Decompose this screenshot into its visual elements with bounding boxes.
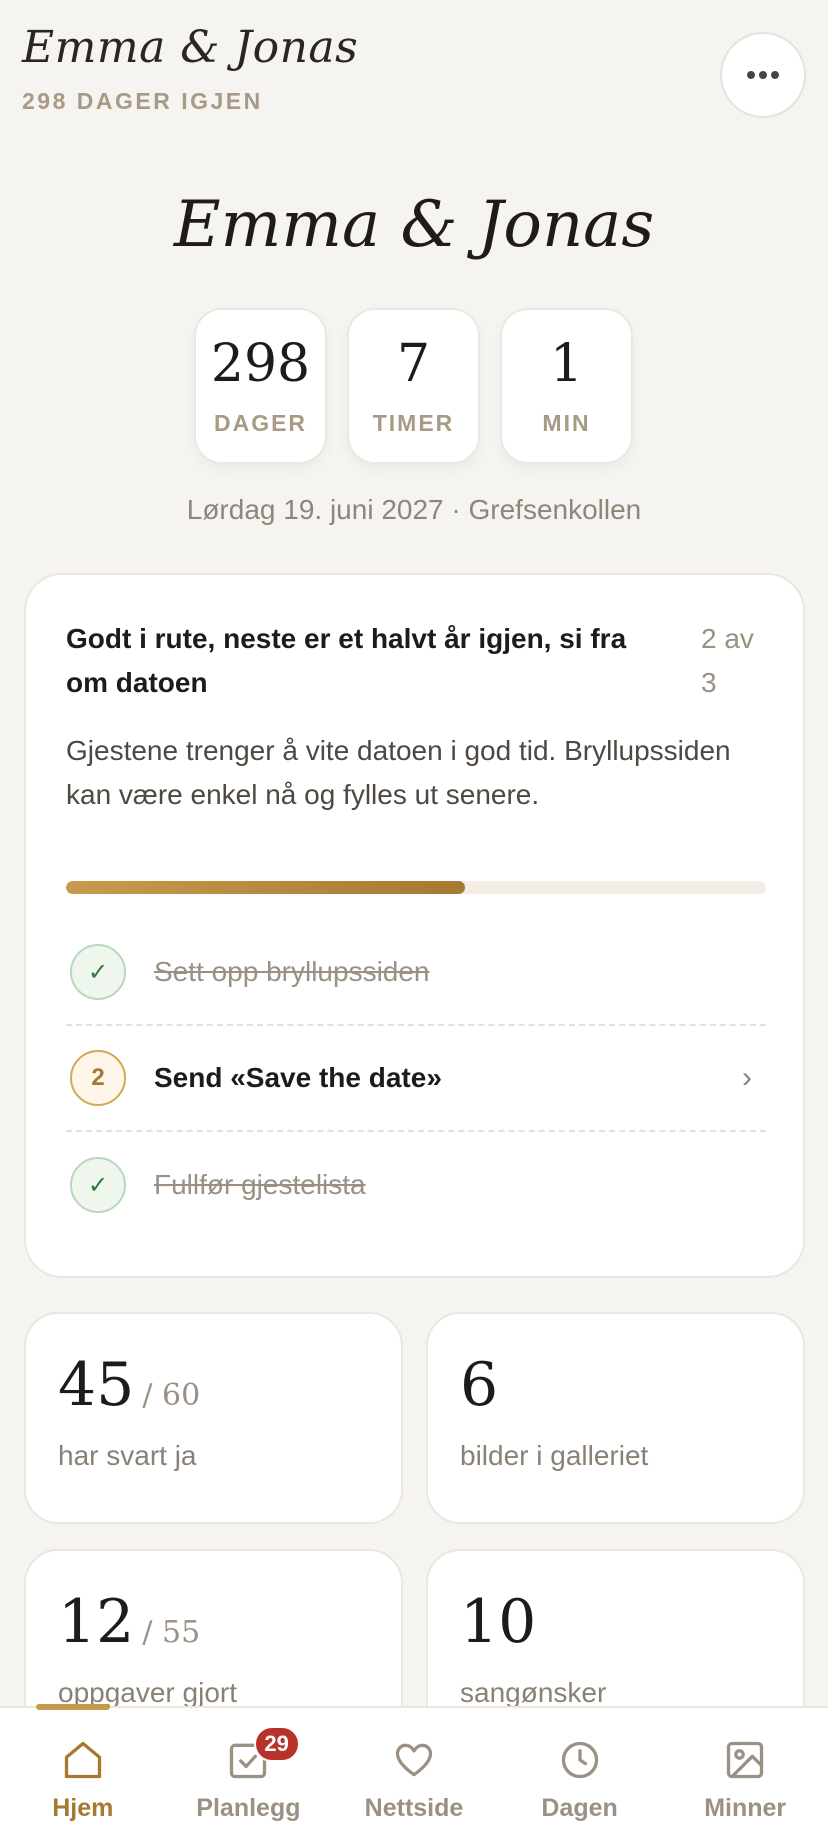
countdown-value: 1 bbox=[549, 334, 584, 394]
countdown-value: 298 bbox=[210, 334, 311, 394]
stat-total: / 60 bbox=[142, 1378, 201, 1413]
stat-value: 10 bbox=[460, 1587, 537, 1657]
stat-label: sangønsker bbox=[460, 1677, 607, 1708]
stat-value-line: 6 bbox=[460, 1350, 506, 1420]
task-label: Send «Save the date» bbox=[154, 1062, 442, 1093]
home-icon bbox=[64, 1741, 101, 1779]
nav-label: Nettside bbox=[364, 1794, 464, 1822]
nav-item-day[interactable]: Dagen bbox=[497, 1708, 663, 1848]
more-dot-icon bbox=[771, 71, 779, 79]
progress-heading: Godt i rute, neste er et halvt år igjen,… bbox=[66, 623, 627, 698]
stat-card-gallery[interactable]: 6 bilder i galleriet bbox=[426, 1312, 805, 1524]
bottom-nav: Hjem 29 Planlegg Nettside Dagen Minner bbox=[0, 1704, 828, 1848]
task-label: Sett opp bryllupssiden bbox=[154, 956, 430, 987]
countdown-hours: 7 TIMER bbox=[347, 308, 480, 464]
stat-label: bilder i galleriet bbox=[460, 1440, 649, 1471]
days-left-label: 298 DAGER IGJEN bbox=[22, 88, 263, 114]
progress-bar bbox=[66, 881, 766, 894]
step-number-icon: 2 bbox=[70, 1050, 126, 1106]
task-label: Fullfør gjestelista bbox=[154, 1169, 366, 1200]
task-item[interactable]: 2 Send «Save the date» › bbox=[66, 1026, 766, 1132]
task-item[interactable]: ✓ Sett opp bryllupssiden bbox=[66, 920, 766, 1026]
countdown-days: 298 DAGER bbox=[194, 308, 327, 464]
countdown-label: DAGER bbox=[213, 410, 308, 436]
stat-value-line: 12/ 55 bbox=[58, 1587, 200, 1657]
stat-label: har svart ja bbox=[58, 1440, 197, 1471]
nav-item-memories[interactable]: Minner bbox=[662, 1708, 828, 1848]
more-dot-icon bbox=[747, 71, 755, 79]
countdown-label: MIN bbox=[542, 410, 591, 436]
stat-value-line: 10 bbox=[460, 1587, 544, 1657]
stat-value: 45 bbox=[58, 1350, 135, 1420]
nav-label: Planlegg bbox=[196, 1794, 301, 1822]
stat-value: 12 bbox=[58, 1587, 135, 1657]
nav-label: Dagen bbox=[541, 1794, 618, 1822]
stat-total: / 55 bbox=[142, 1615, 201, 1650]
countdown: 298 DAGER 7 TIMER 1 MIN bbox=[194, 308, 634, 464]
stat-value: 6 bbox=[460, 1350, 499, 1420]
checkmark-icon: ✓ bbox=[70, 1157, 126, 1213]
stat-value-line: 45/ 60 bbox=[58, 1350, 200, 1420]
checkmark-icon: ✓ bbox=[70, 944, 126, 1000]
nav-label: Minner bbox=[704, 1794, 787, 1822]
nav-label: Hjem bbox=[52, 1794, 114, 1822]
header-title: Emma & Jonas bbox=[22, 22, 359, 73]
nav-item-plan[interactable]: 29 Planlegg bbox=[166, 1708, 332, 1848]
heart-icon bbox=[395, 1743, 433, 1777]
nav-item-home[interactable]: Hjem bbox=[0, 1708, 166, 1848]
top-header: Emma & Jonas 298 DAGER IGJEN bbox=[0, 0, 828, 140]
task-item[interactable]: ✓ Fullfør gjestelista bbox=[66, 1132, 766, 1238]
more-options-button[interactable] bbox=[720, 32, 806, 118]
notification-badge: 29 bbox=[253, 1726, 300, 1762]
countdown-label: TIMER bbox=[372, 410, 455, 436]
clock-icon bbox=[561, 1741, 598, 1779]
progress-bar-fill bbox=[66, 881, 465, 894]
couple-names: Emma & Jonas bbox=[173, 188, 655, 262]
stat-card-rsvp[interactable]: 45/ 60 har svart ja bbox=[24, 1312, 403, 1524]
progress-step: 2 av 3 bbox=[701, 623, 754, 698]
wedding-date-location: Lørdag 19. juni 2027 · Grefsenkollen bbox=[186, 494, 642, 525]
countdown-value: 7 bbox=[396, 334, 431, 394]
chevron-right-icon: › bbox=[742, 1061, 752, 1094]
more-dot-icon bbox=[759, 71, 767, 79]
nav-item-website[interactable]: Nettside bbox=[331, 1708, 497, 1848]
image-icon bbox=[727, 1741, 764, 1779]
countdown-minutes: 1 MIN bbox=[500, 308, 633, 464]
progress-card: Godt i rute, neste er et halvt år igjen,… bbox=[24, 573, 805, 1278]
progress-description: Gjestene trenger å vite datoen i god tid… bbox=[66, 735, 731, 810]
